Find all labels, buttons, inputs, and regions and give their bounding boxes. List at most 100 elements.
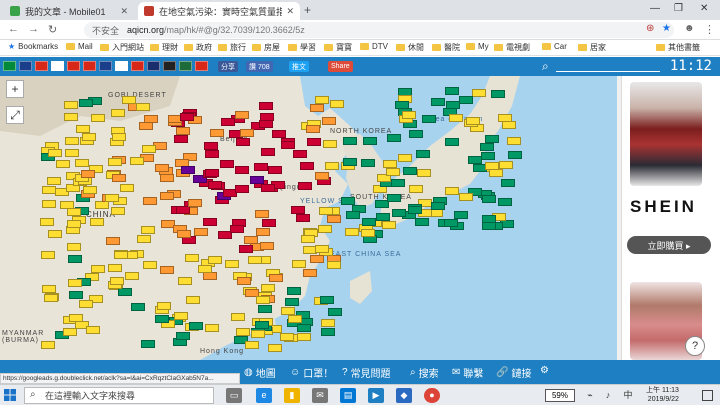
maximize-icon[interactable]: ❐ (674, 3, 683, 14)
aqi-station-marker[interactable] (95, 201, 109, 209)
close-tab-icon[interactable]: ✕ (286, 6, 294, 17)
aqi-station-marker[interactable] (205, 169, 219, 177)
taskbar-clock[interactable]: 上午 11:13 2019/9/22 (646, 386, 679, 404)
aqi-station-marker[interactable] (86, 326, 100, 334)
like-button[interactable]: 讚 708 (246, 61, 273, 72)
menu-icon[interactable]: ⋮ (704, 23, 715, 36)
aqi-station-marker[interactable] (300, 162, 314, 170)
aqi-station-marker[interactable] (482, 222, 496, 230)
aqi-station-marker[interactable] (449, 114, 463, 122)
chrome-icon[interactable]: ● (424, 388, 440, 403)
aqi-station-marker[interactable] (236, 328, 250, 336)
aqi-station-marker[interactable] (204, 142, 218, 150)
aqi-station-marker[interactable] (64, 113, 78, 121)
windows-start-icon[interactable] (4, 389, 16, 401)
aqi-station-marker[interactable] (68, 255, 82, 263)
aqi-station-marker[interactable] (42, 285, 56, 293)
aqi-station-marker[interactable] (361, 229, 375, 237)
aqi-station-marker[interactable] (120, 184, 134, 192)
close-tab-icon[interactable]: ✕ (120, 6, 128, 17)
aqi-station-marker[interactable] (56, 160, 70, 168)
bookmark-item[interactable]: Car (542, 42, 567, 51)
aqi-station-marker[interactable] (459, 193, 473, 201)
aqi-station-marker[interactable] (291, 206, 305, 214)
language-flag-icon[interactable] (51, 61, 64, 71)
aqi-station-marker[interactable] (386, 168, 400, 176)
bottom-nav-常見問題[interactable]: ? 常見問題 (342, 365, 391, 380)
bookmark-item[interactable]: 學習 (288, 42, 316, 53)
bookmark-item[interactable]: 其他書籤 (656, 42, 700, 53)
aqi-station-marker[interactable] (398, 154, 412, 162)
aqi-station-marker[interactable] (251, 330, 265, 338)
aqi-station-marker[interactable] (303, 269, 317, 277)
aqi-station-marker[interactable] (256, 228, 270, 236)
bookmark-item[interactable]: 理財 (150, 42, 178, 53)
aqi-station-marker[interactable] (281, 307, 295, 315)
aqi-station-marker[interactable] (82, 133, 96, 141)
aqi-station-marker[interactable] (417, 169, 431, 177)
aqi-station-marker[interactable] (341, 197, 355, 205)
aqi-station-marker[interactable] (240, 129, 254, 137)
aqi-station-marker[interactable] (143, 197, 157, 205)
ad-model-photo-1[interactable] (630, 82, 702, 186)
aqi-map[interactable]: + ⤢ GOBI DESERT CHINA NORTH KOREA SOUTH … (0, 76, 617, 360)
aqi-station-marker[interactable] (48, 230, 62, 238)
aqi-station-marker[interactable] (482, 195, 496, 203)
site-search-input[interactable] (556, 71, 660, 72)
language-flag-icon[interactable] (195, 61, 208, 71)
aqi-station-marker[interactable] (258, 305, 272, 313)
aqi-station-marker[interactable] (255, 321, 269, 329)
aqi-station-marker[interactable] (174, 312, 188, 320)
google-share-button[interactable]: Share (328, 61, 353, 72)
bookmark-item[interactable]: 休閒 (396, 42, 424, 53)
aqi-station-marker[interactable] (141, 340, 155, 348)
aqi-station-marker[interactable] (69, 314, 83, 322)
aqi-station-marker[interactable] (445, 187, 459, 195)
aqi-station-marker[interactable] (387, 134, 401, 142)
aqi-station-marker[interactable] (409, 130, 423, 138)
aqi-station-marker[interactable] (118, 288, 132, 296)
aqi-station-marker[interactable] (307, 138, 321, 146)
aqi-station-marker[interactable] (468, 156, 482, 164)
language-flag-icon[interactable] (67, 61, 80, 71)
aqi-station-marker[interactable] (446, 101, 460, 109)
aqi-station-marker[interactable] (491, 90, 505, 98)
aqi-station-marker[interactable] (281, 141, 295, 149)
aqi-station-marker[interactable] (81, 170, 95, 178)
aqi-station-marker[interactable] (343, 158, 357, 166)
aqi-station-marker[interactable] (318, 225, 332, 233)
aqi-station-marker[interactable] (306, 125, 320, 133)
aqi-station-marker[interactable] (155, 164, 169, 172)
aqi-station-marker[interactable] (108, 264, 122, 272)
bookmark-item[interactable]: 醫院 (432, 42, 460, 53)
bookmark-item[interactable]: DTV (360, 42, 388, 51)
ime-icon[interactable]: 中 (620, 388, 636, 403)
aqi-station-marker[interactable] (237, 277, 251, 285)
aqi-station-marker[interactable] (508, 151, 522, 159)
aqi-station-marker[interactable] (319, 207, 333, 215)
aqi-station-marker[interactable] (323, 140, 337, 148)
aqi-station-marker[interactable] (322, 117, 336, 125)
aqi-station-marker[interactable] (189, 322, 203, 330)
tab-aqicn[interactable]: 在地空氣污染：實時空氣質量指數 ✕ (138, 2, 300, 20)
aqi-station-marker[interactable] (260, 242, 274, 250)
aqi-station-marker[interactable] (498, 198, 512, 206)
battery-indicator[interactable]: 59% (545, 389, 575, 402)
aqi-station-marker[interactable] (110, 277, 124, 285)
bottom-nav-settings[interactable]: ⚙ (540, 365, 552, 376)
aqi-station-marker[interactable] (122, 96, 136, 104)
mail-icon[interactable]: ✉ (312, 388, 328, 403)
aqi-station-marker[interactable] (186, 296, 200, 304)
edge-icon[interactable]: e (256, 388, 272, 403)
aqi-station-marker[interactable] (395, 101, 409, 109)
aqi-station-marker[interactable] (160, 174, 174, 182)
aqi-station-marker[interactable] (402, 111, 416, 119)
aqi-station-marker[interactable] (68, 279, 82, 287)
aqi-station-marker[interactable] (315, 245, 329, 253)
aqi-station-marker[interactable] (176, 332, 190, 340)
aqi-station-marker[interactable] (130, 157, 144, 165)
aqi-station-marker[interactable] (67, 208, 81, 216)
aqi-station-marker[interactable] (142, 145, 156, 153)
aqi-station-marker[interactable] (287, 287, 301, 295)
aqi-station-marker[interactable] (310, 255, 324, 263)
